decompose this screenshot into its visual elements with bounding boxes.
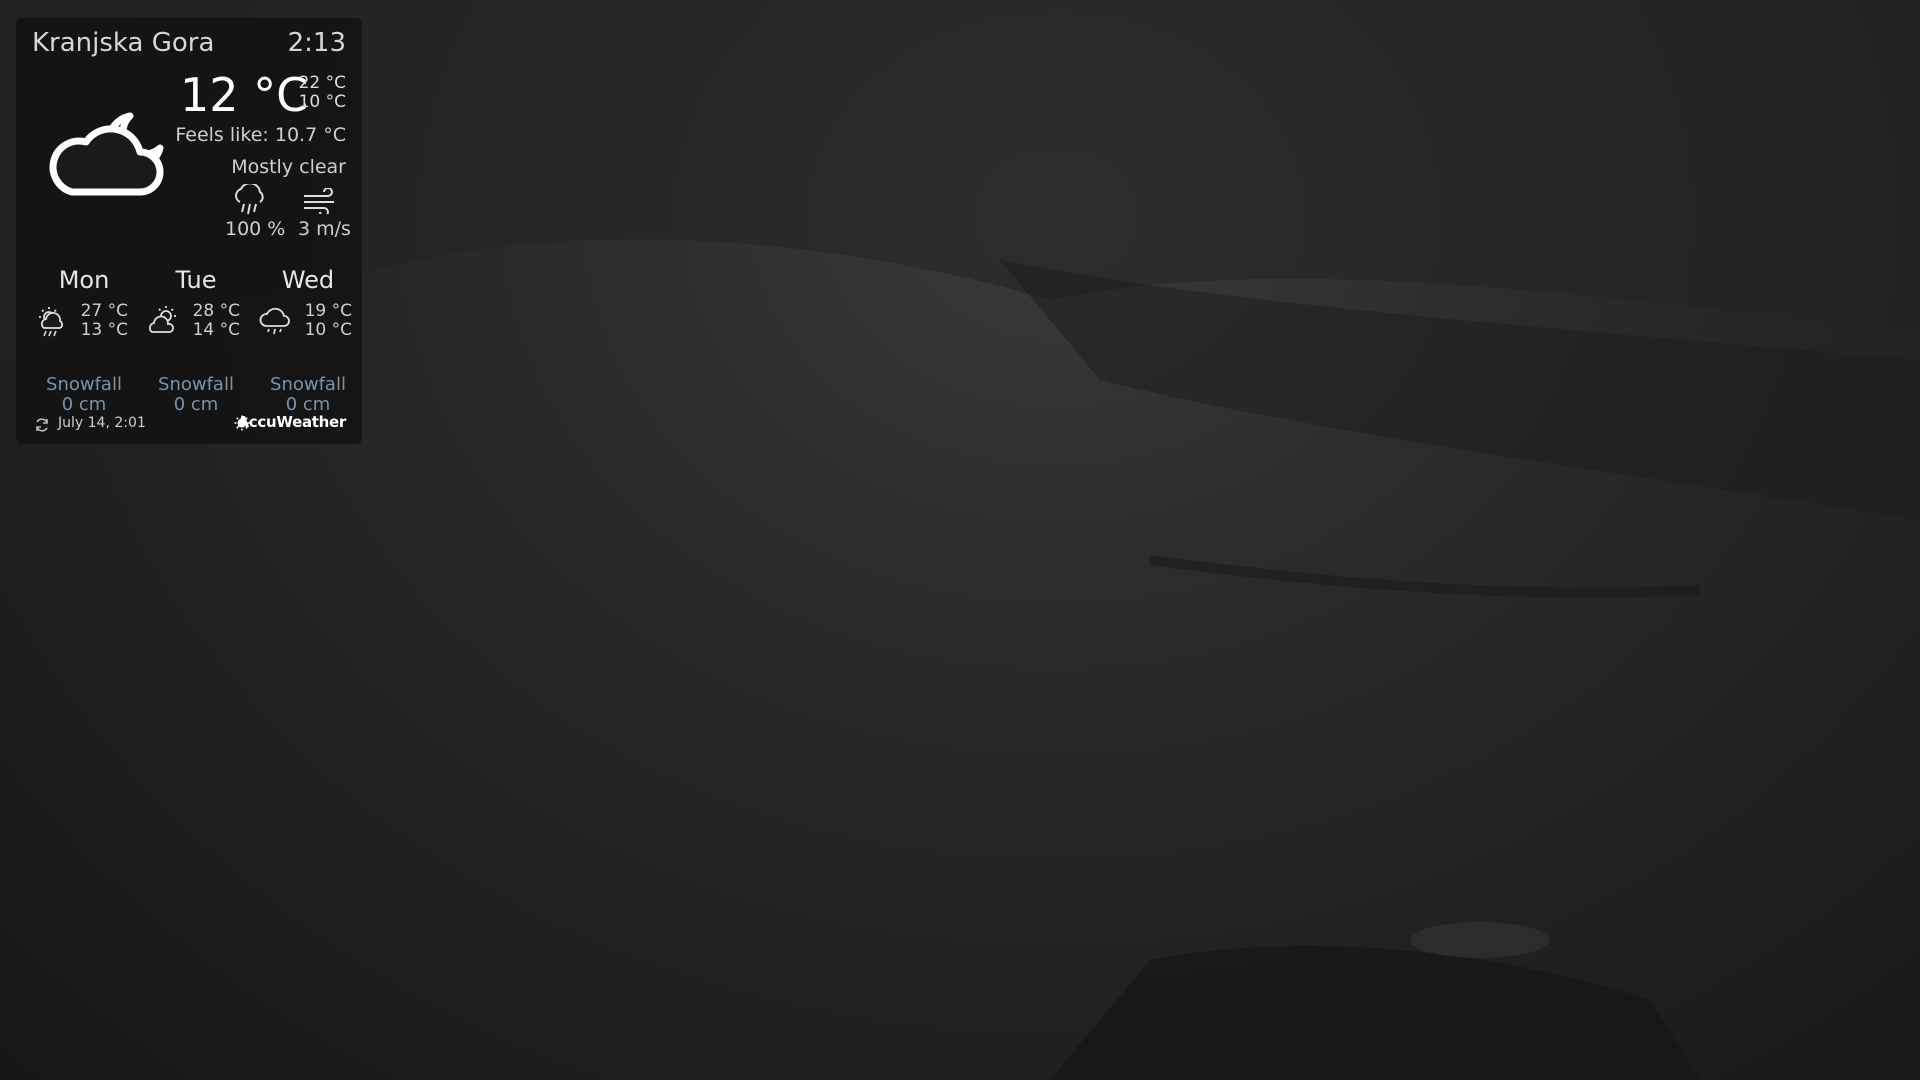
wind-value: 3 m/s [298, 218, 351, 240]
refresh-icon[interactable] [34, 417, 50, 433]
forecast-low: 10 °C [304, 320, 352, 340]
high-low-temperature: 22 °C 10 °C [299, 74, 346, 112]
location-name: Kranjska Gora [32, 28, 215, 58]
current-temperature: 12 °C [180, 68, 309, 122]
forecast-day-name: Mon [58, 266, 110, 294]
cloud-moon-icon [49, 112, 164, 196]
snowfall-label: Snowfall [158, 374, 234, 395]
last-updated: July 14, 2:01 [58, 415, 146, 431]
forecast-temps: 19 °C 10 °C [296, 302, 352, 340]
forecast-temps: 27 °C 13 °C [72, 302, 128, 340]
forecast-low: 13 °C [80, 320, 128, 340]
partly-cloudy-icon [149, 306, 176, 333]
forecast-high: 27 °C [80, 301, 128, 321]
forecast-high: 28 °C [192, 301, 240, 321]
snowfall-value: 0 cm [173, 394, 219, 415]
high-temperature: 22 °C [298, 73, 346, 93]
weather-widget: Kranjska Gora 2:13 12 °C 22 °C 10 °C Fee… [16, 18, 362, 444]
sun-rain-icon [39, 307, 63, 337]
forecast-day-name: Tue [175, 266, 217, 294]
snowfall-value: 0 cm [285, 394, 331, 415]
condition-text: Mostly clear [231, 156, 346, 178]
rain-icon [235, 184, 264, 215]
forecast-day: Wed 19 °C 10 °C Snowfall 0 cm [252, 266, 364, 416]
feels-like: Feels like: 10.7 °C [175, 124, 346, 146]
forecast-day-name: Wed [281, 266, 335, 294]
snowfall-value: 0 cm [61, 394, 107, 415]
precipitation-value: 100 % [225, 218, 286, 240]
forecast-temps: 28 °C 14 °C [184, 302, 240, 340]
forecast-day: Mon 27 °C 13 °C Snowfall 0 cm [28, 266, 140, 416]
forecast-day: Tue 28 °C 14 °C Snowfall 0 cm [140, 266, 252, 416]
wind-icon [304, 188, 334, 214]
current-time: 2:13 [287, 28, 346, 58]
cloud-rain-icon [259, 307, 290, 335]
low-temperature: 10 °C [298, 92, 346, 112]
snowfall-label: Snowfall [270, 374, 346, 395]
accuweather-logo[interactable]: AccuWeather [238, 413, 347, 431]
forecast-low: 14 °C [192, 320, 240, 340]
forecast-high: 19 °C [304, 301, 352, 321]
snowfall-label: Snowfall [46, 374, 122, 395]
